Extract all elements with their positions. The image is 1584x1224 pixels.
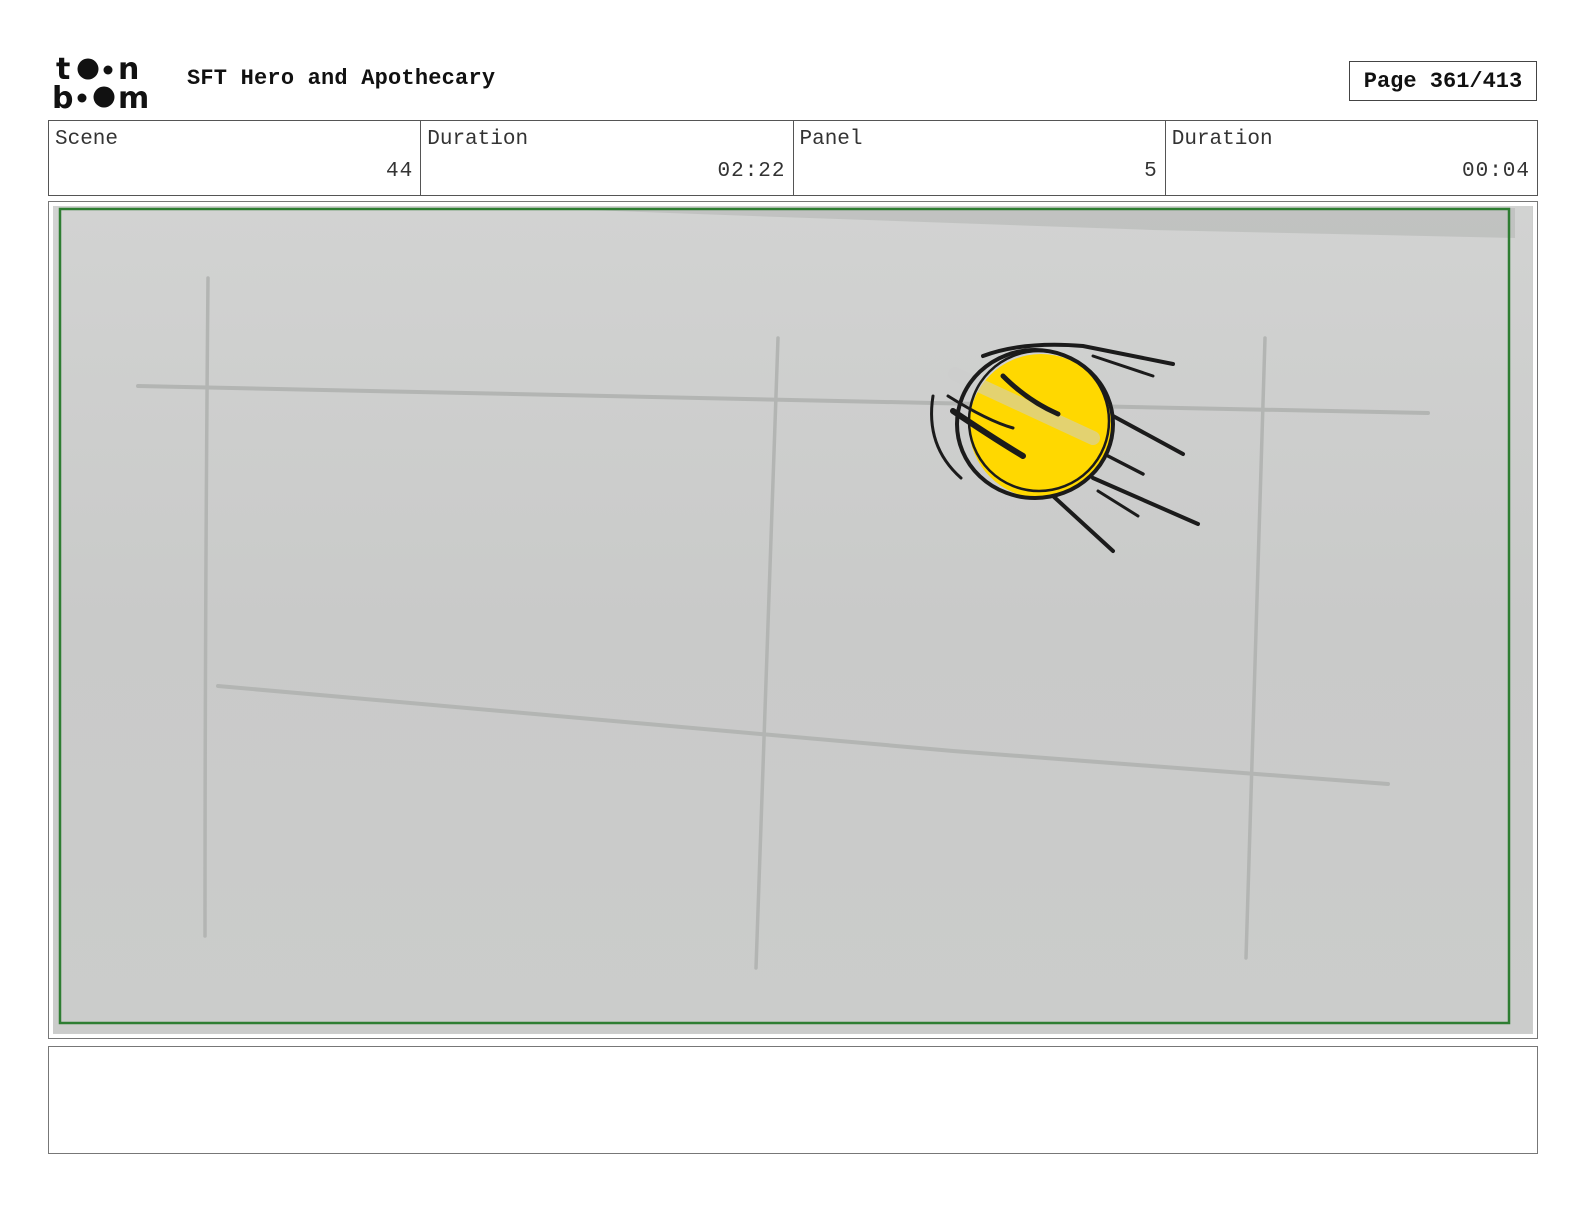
scene-duration-cell: Duration 02:22 <box>420 121 792 195</box>
panel-duration-label: Duration <box>1171 128 1273 151</box>
panel-cell: Panel 5 <box>792 121 1165 195</box>
svg-text:m: m <box>118 81 149 112</box>
panel-value: 5 <box>1144 160 1158 183</box>
page-number: Page 361/413 <box>1349 61 1537 101</box>
scene-info-table: Scene 44 Duration 02:22 Panel 5 Duration… <box>48 120 1538 196</box>
storyboard-panel <box>48 201 1538 1039</box>
panel-duration-cell: Duration 00:04 <box>1164 121 1537 195</box>
panel-sketch <box>53 206 1532 1033</box>
panel-duration-value: 00:04 <box>1461 160 1530 183</box>
svg-text:b: b <box>52 81 73 112</box>
scene-value: 44 <box>386 160 414 183</box>
scene-cell: Scene 44 <box>49 121 420 195</box>
panel-notes <box>48 1046 1538 1154</box>
toon-boom-logo: t n b m <box>52 52 164 116</box>
scene-duration-value: 02:22 <box>717 160 786 183</box>
scene-duration-label: Duration <box>427 128 529 151</box>
scene-label: Scene <box>55 128 119 151</box>
project-title: SFT Hero and Apothecary <box>187 66 496 91</box>
panel-label: Panel <box>799 128 863 151</box>
panel-drawing <box>53 206 1533 1034</box>
